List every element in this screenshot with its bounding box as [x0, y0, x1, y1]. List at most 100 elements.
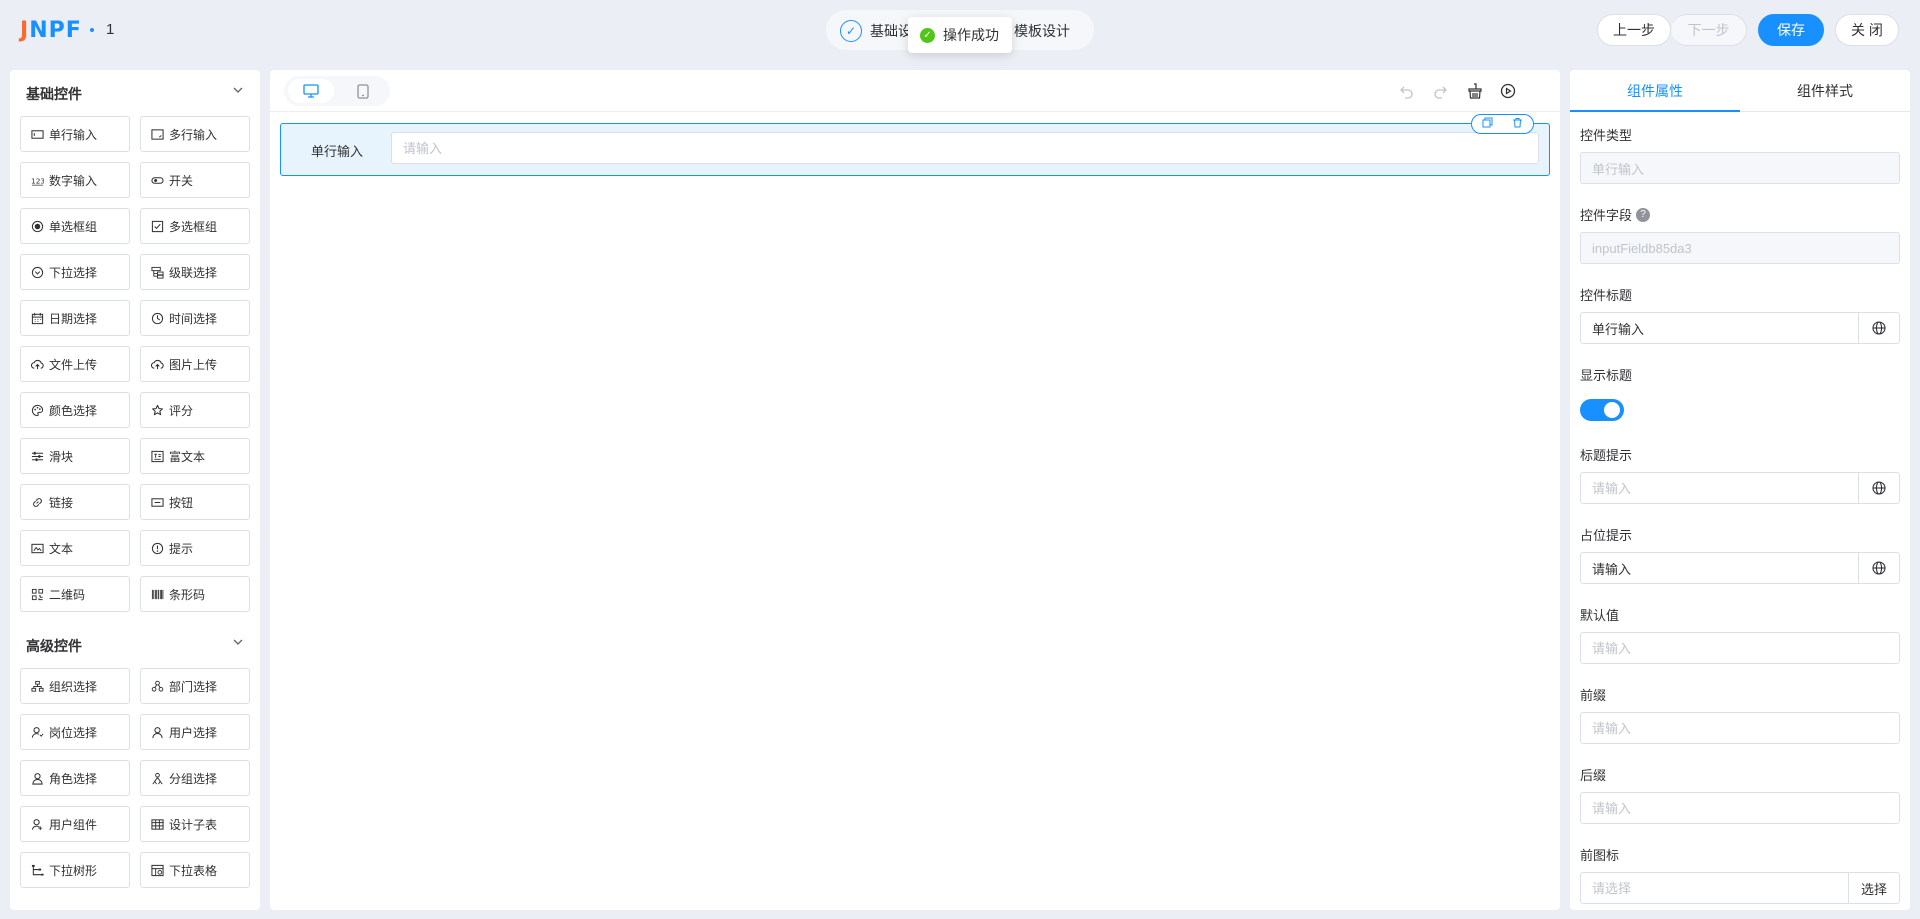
component-item[interactable]: 评分 — [140, 392, 250, 428]
component-label: 文件上传 — [49, 357, 98, 372]
user-icon — [150, 725, 164, 739]
chevron-down-icon[interactable] — [232, 636, 244, 651]
component-item[interactable]: 组织选择 — [20, 668, 130, 704]
component-label: 角色选择 — [49, 771, 98, 786]
position-icon — [30, 725, 44, 739]
component-label: 单选框组 — [49, 219, 98, 234]
upload-icon — [30, 357, 44, 371]
component-item[interactable]: 分组选择 — [140, 760, 250, 796]
star-icon — [150, 403, 164, 417]
component-item[interactable]: 单行输入 — [20, 116, 130, 152]
component-item[interactable]: 颜色选择 — [20, 392, 130, 428]
component-item[interactable]: 富文本 — [140, 438, 250, 474]
save-button[interactable]: 保存 — [1758, 14, 1824, 46]
component-item[interactable]: 文件上传 — [20, 346, 130, 382]
component-item[interactable]: 提示 — [140, 530, 250, 566]
prefix-icon-input[interactable] — [1580, 872, 1849, 904]
close-button[interactable]: 关 闭 — [1835, 14, 1899, 46]
desktop-icon[interactable] — [288, 79, 334, 103]
component-item[interactable]: 条形码 — [140, 576, 250, 612]
placeholder-input[interactable] — [1580, 552, 1859, 584]
mobile-icon[interactable] — [340, 79, 386, 103]
component-item[interactable]: 日期选择 — [20, 300, 130, 336]
component-label: 二维码 — [49, 587, 86, 602]
component-item[interactable]: 链接 — [20, 484, 130, 520]
component-item[interactable]: 下拉树形 — [20, 852, 130, 888]
component-item[interactable]: 时间选择 — [140, 300, 250, 336]
tab-component-props[interactable]: 组件属性 — [1570, 70, 1740, 112]
component-item[interactable]: 开关 — [140, 162, 250, 198]
success-toast: ✓ 操作成功 — [908, 17, 1012, 53]
component-label: 级联选择 — [169, 265, 218, 280]
component-palette: 基础控件 单行输入 多行输入 123 数字输入 开关 单选框组 多选框组 下拉选择 级联选择 日期… — [10, 70, 260, 910]
delete-icon[interactable] — [1512, 117, 1523, 131]
component-label: 分组选择 — [169, 771, 218, 786]
component-item[interactable]: 部门选择 — [140, 668, 250, 704]
component-label: 岗位选择 — [49, 725, 98, 740]
prefix-label: 前缀 — [1580, 688, 1607, 703]
app-title: 1 — [106, 21, 115, 38]
component-item[interactable]: 级联选择 — [140, 254, 250, 290]
toolbar-divider — [270, 111, 1560, 112]
component-item[interactable]: 文本 — [20, 530, 130, 566]
top-header: JNPF 1 ✓ 基础设置 2 模板设计 ✓ 操作成功 上一步 下一步 保存 关… — [0, 0, 1920, 60]
copy-icon[interactable] — [1482, 117, 1493, 131]
globe-icon[interactable] — [1859, 312, 1900, 344]
component-item[interactable]: 多行输入 — [140, 116, 250, 152]
component-item[interactable]: 下拉表格 — [140, 852, 250, 888]
component-label: 设计子表 — [169, 817, 218, 832]
prefix-icon-label: 前图标 — [1580, 848, 1620, 863]
default-value-input[interactable] — [1580, 632, 1900, 664]
component-label: 部门选择 — [169, 679, 218, 694]
title-tip-label: 标题提示 — [1580, 448, 1633, 463]
undo-icon[interactable] — [1396, 81, 1416, 101]
component-item[interactable]: 用户选择 — [140, 714, 250, 750]
chevron-down-icon[interactable] — [232, 84, 244, 99]
component-label: 提示 — [169, 541, 194, 556]
component-item[interactable]: 滑块 — [20, 438, 130, 474]
design-canvas: 单行输入 — [270, 70, 1560, 910]
globe-icon[interactable] — [1859, 472, 1900, 504]
component-item[interactable]: 图片上传 — [140, 346, 250, 382]
selected-form-item[interactable]: 单行输入 — [280, 123, 1550, 176]
component-item[interactable]: 岗位选择 — [20, 714, 130, 750]
alert-icon — [150, 541, 164, 555]
tree-icon — [30, 863, 44, 877]
input-icon — [30, 127, 44, 141]
redo-icon[interactable] — [1430, 81, 1450, 101]
text-input[interactable] — [391, 132, 1539, 164]
component-item[interactable]: 多选框组 — [140, 208, 250, 244]
advanced-group-title: 高级控件 — [26, 638, 82, 654]
title-label: 控件标题 — [1580, 288, 1633, 303]
preview-icon[interactable] — [1498, 81, 1518, 101]
next-step-button[interactable]: 下一步 — [1671, 14, 1747, 46]
component-item[interactable]: 角色选择 — [20, 760, 130, 796]
clear-icon[interactable] — [1465, 81, 1485, 101]
title-tip-input[interactable] — [1580, 472, 1859, 504]
tab-component-style[interactable]: 组件样式 — [1740, 70, 1910, 112]
rich-text-icon — [150, 449, 164, 463]
calendar-icon — [30, 311, 44, 325]
component-item[interactable]: 设计子表 — [140, 806, 250, 842]
help-icon[interactable]: ? — [1636, 207, 1651, 222]
prev-step-button[interactable]: 上一步 — [1597, 14, 1671, 46]
component-item[interactable]: 二维码 — [20, 576, 130, 612]
switch-icon — [150, 173, 164, 187]
type-field — [1580, 152, 1900, 184]
department-icon — [150, 679, 164, 693]
component-item[interactable]: 用户组件 — [20, 806, 130, 842]
radio-icon — [30, 219, 44, 233]
component-label: 条形码 — [169, 587, 206, 602]
prefix-input[interactable] — [1580, 712, 1900, 744]
link-icon — [30, 495, 44, 509]
component-item[interactable]: 下拉选择 — [20, 254, 130, 290]
suffix-input[interactable] — [1580, 792, 1900, 824]
component-item[interactable]: 123 数字输入 — [20, 162, 130, 198]
component-item[interactable]: 按钮 — [140, 484, 250, 520]
title-input[interactable] — [1580, 312, 1859, 344]
globe-icon[interactable] — [1859, 552, 1900, 584]
component-item[interactable]: 单选框组 — [20, 208, 130, 244]
show-title-switch[interactable] — [1580, 399, 1624, 421]
select-icon-button[interactable]: 选择 — [1849, 872, 1900, 904]
device-switch — [284, 76, 390, 106]
